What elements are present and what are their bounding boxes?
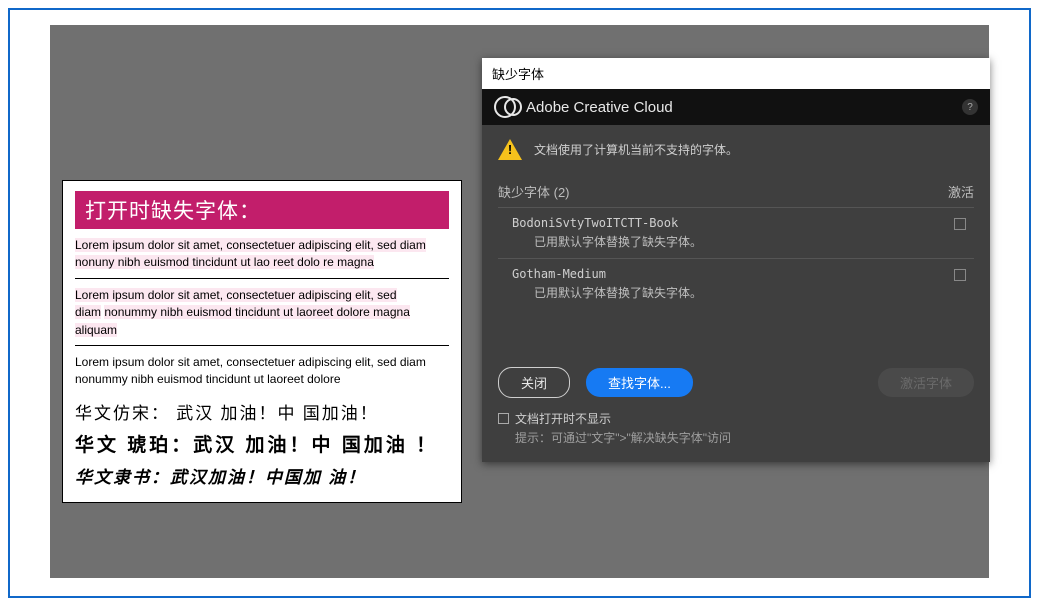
font-name: BodoniSvtyTwoITCTT-Book: [512, 216, 970, 230]
cn-line-fangsong: 华文仿宋： 武汉 加油！中 国加油！: [75, 399, 449, 424]
dialog-actions: 关闭 查找字体... 激活字体: [498, 367, 974, 398]
missing-fonts-dialog: 缺少字体 Adobe Creative Cloud ? 文档使用了计算机当前不支…: [482, 58, 990, 462]
outer-frame: 打开时缺失字体： Lorem ipsum dolor sit amet, con…: [8, 8, 1031, 598]
creative-cloud-icon: [494, 96, 516, 118]
dialog-titlebar[interactable]: 缺少字体: [482, 58, 990, 89]
cn-line-hupo: 华文 琥珀：武汉 加油！中 国加油 ！: [75, 430, 449, 457]
doc-paragraph-3: Lorem ipsum dolor sit amet, consectetuer…: [75, 354, 449, 389]
dialog-footer: 文档打开时不显示 提示：可通过"文字">"解决缺失字体"访问: [498, 410, 974, 446]
activate-checkbox[interactable]: [954, 269, 966, 281]
close-button[interactable]: 关闭: [498, 367, 570, 398]
find-font-button[interactable]: 查找字体...: [586, 368, 693, 397]
creative-cloud-bar: Adobe Creative Cloud ?: [482, 89, 990, 125]
app-canvas: 打开时缺失字体： Lorem ipsum dolor sit amet, con…: [50, 25, 989, 578]
cn-line-lishu: 华文隶书：武汉加油！中国加 油！: [75, 463, 449, 488]
creative-cloud-label: Adobe Creative Cloud: [526, 99, 673, 116]
help-icon[interactable]: ?: [962, 99, 978, 115]
doc-title-band: 打开时缺失字体：: [75, 191, 449, 229]
warning-icon: [498, 139, 522, 160]
doc-paragraph-2: Lorem ipsum dolor sit amet, consectetuer…: [75, 287, 449, 339]
missing-count-label: 缺少字体 (2): [498, 182, 570, 201]
font-name: Gotham-Medium: [512, 267, 970, 281]
font-item: BodoniSvtyTwoITCTT-Book 已用默认字体替换了缺失字体。: [498, 207, 974, 258]
activate-column-label: 激活: [948, 182, 974, 201]
warning-text: 文档使用了计算机当前不支持的字体。: [534, 141, 738, 158]
cn-lines: 华文仿宋： 武汉 加油！中 国加油！ 华文 琥珀：武汉 加油！中 国加油 ！ 华…: [75, 399, 449, 488]
hint-text: 提示：可通过"文字">"解决缺失字体"访问: [498, 429, 974, 446]
doc-paragraph-1: Lorem ipsum dolor sit amet, consectetuer…: [75, 237, 449, 272]
activate-fonts-button: 激活字体: [878, 368, 974, 397]
divider: [75, 278, 449, 279]
dialog-body: 文档使用了计算机当前不支持的字体。 缺少字体 (2) 激活 BodoniSvty…: [482, 125, 990, 462]
dont-show-label: 文档打开时不显示: [515, 410, 611, 427]
warning-row: 文档使用了计算机当前不支持的字体。: [498, 139, 974, 160]
font-item: Gotham-Medium 已用默认字体替换了缺失字体。: [498, 258, 974, 309]
font-substitution-msg: 已用默认字体替换了缺失字体。: [512, 233, 970, 250]
divider: [75, 345, 449, 346]
font-substitution-msg: 已用默认字体替换了缺失字体。: [512, 284, 970, 301]
document-preview: 打开时缺失字体： Lorem ipsum dolor sit amet, con…: [62, 180, 462, 503]
dont-show-checkbox[interactable]: [498, 413, 509, 424]
font-list-header: 缺少字体 (2) 激活: [498, 182, 974, 201]
activate-checkbox[interactable]: [954, 218, 966, 230]
